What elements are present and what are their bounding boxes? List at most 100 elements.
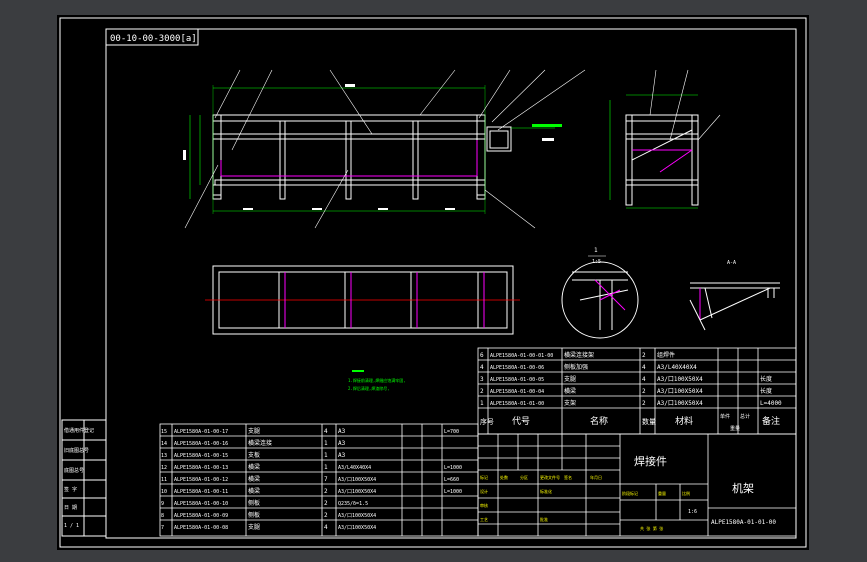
svg-text:单件: 单件 (720, 413, 730, 420)
svg-text:总计: 总计 (740, 413, 750, 420)
svg-text:数量: 数量 (642, 417, 656, 426)
svg-text:A3/L40X40X4: A3/L40X40X4 (338, 465, 371, 471)
svg-text:A3/L40X40X4: A3/L40X40X4 (657, 364, 697, 371)
svg-text:ALPE1580A-01-00-06: ALPE1580A-01-00-06 (490, 365, 544, 371)
svg-text:L=1000: L=1000 (444, 489, 462, 495)
svg-text:1: 1 (324, 440, 328, 447)
svg-text:1: 1 (324, 452, 328, 459)
svg-text:组焊件: 组焊件 (657, 351, 675, 359)
detail-label: 1 (594, 247, 598, 254)
tb-date: 年月日 (590, 474, 602, 480)
svg-text:备注: 备注 (762, 415, 780, 427)
svg-text:横梁: 横梁 (248, 487, 260, 495)
tb-scale: 1:6 (688, 509, 697, 515)
note-line-2: 2.焊后清理,焊渣除尽, (348, 385, 390, 391)
svg-text:12: 12 (161, 465, 167, 471)
svg-text:A3/口100X50X4: A3/口100X50X4 (657, 376, 703, 383)
section-label: A-A (727, 260, 736, 266)
svg-text:ALPE1580A-01-00-05: ALPE1580A-01-00-05 (490, 377, 544, 383)
svg-text:A3: A3 (338, 440, 346, 447)
tb-sign: 签名 (564, 474, 572, 480)
svg-text:A3/口100X50X4: A3/口100X50X4 (657, 388, 703, 395)
svg-text:4: 4 (324, 524, 328, 531)
svg-text:4: 4 (642, 364, 646, 371)
svg-text:序号: 序号 (480, 417, 494, 426)
svg-text:横梁: 横梁 (564, 387, 576, 395)
svg-text:A3/口100X50X4: A3/口100X50X4 (338, 525, 376, 531)
svg-text:ALPE1580A-01-00-15: ALPE1580A-01-00-15 (174, 453, 228, 459)
svg-text:横梁: 横梁 (248, 463, 260, 471)
tb-scale-label: 比例 (682, 490, 690, 496)
strip-sheet: 1 / 1 (64, 523, 79, 529)
svg-text:ALPE1580A-01-00-09: ALPE1580A-01-00-09 (174, 513, 228, 519)
svg-text:A3/口100X50X4: A3/口100X50X4 (338, 489, 376, 495)
strip-item-1: 借通用件登记 (64, 427, 94, 434)
svg-text:ALPE1580A-01-00-12: ALPE1580A-01-00-12 (174, 477, 228, 483)
svg-text:支腿: 支腿 (248, 523, 260, 531)
strip-item-5: 日 期 (64, 505, 77, 511)
svg-text:4: 4 (480, 364, 484, 371)
svg-text:2: 2 (480, 388, 484, 395)
svg-text:ALPE1580A-01-01-00: ALPE1580A-01-01-00 (490, 401, 544, 407)
svg-text:ALPE1580A-01-00-08: ALPE1580A-01-00-08 (174, 525, 228, 531)
tb-count: 处数 (500, 474, 508, 480)
svg-text:15: 15 (161, 429, 167, 435)
svg-text:2: 2 (324, 488, 328, 495)
svg-text:ALPE1580A-01-00-11: ALPE1580A-01-00-11 (174, 489, 228, 495)
tb-mark: 标记 (480, 474, 488, 480)
svg-text:ALPE1580A-01-00-04: ALPE1580A-01-00-04 (490, 389, 544, 395)
svg-text:L=700: L=700 (444, 429, 459, 435)
note-line-1: 1.焊接前清理,焊缝应饱满牢固, (348, 377, 406, 383)
svg-text:4: 4 (642, 376, 646, 383)
svg-text:2: 2 (324, 500, 328, 507)
tb-weight: 重量 (658, 490, 666, 496)
svg-text:6: 6 (480, 352, 484, 359)
svg-text:1: 1 (480, 400, 484, 407)
svg-text:A3: A3 (338, 452, 346, 459)
svg-text:10: 10 (161, 489, 167, 495)
svg-text:3: 3 (480, 376, 484, 383)
tb-approve: 批准 (540, 516, 548, 522)
tb-zone: 分区 (520, 474, 528, 480)
svg-text:名称: 名称 (590, 415, 608, 427)
svg-text:A3/口100X50X4: A3/口100X50X4 (338, 477, 376, 483)
strip-item-2: 旧底图总号 (64, 447, 89, 454)
svg-text:L=4000: L=4000 (760, 400, 782, 407)
svg-text:Q235/δ=1.5: Q235/δ=1.5 (338, 501, 368, 507)
svg-text:长度: 长度 (760, 387, 772, 395)
tb-sheet-total: 共 张 第 张 (640, 525, 663, 531)
svg-text:代号: 代号 (512, 416, 530, 427)
svg-text:A3: A3 (338, 428, 346, 435)
tb-process: 工艺 (480, 517, 488, 522)
svg-text:支架: 支架 (564, 399, 576, 407)
svg-text:侧板: 侧板 (248, 511, 260, 519)
strip-item-3: 底图总号 (64, 467, 84, 474)
svg-text:2: 2 (324, 512, 328, 519)
svg-text:横梁连接架: 横梁连接架 (564, 351, 594, 359)
svg-text:4: 4 (324, 428, 328, 435)
svg-text:2: 2 (642, 388, 646, 395)
svg-text:支板: 支板 (248, 451, 260, 459)
tb-stage-mark: 阶段标记 (622, 490, 638, 496)
svg-text:1: 1 (324, 464, 328, 471)
cad-drawing-canvas: 00-10-00-3000[a] 借通用件登记 旧底图总号 底图总号 签 字 日… (57, 15, 809, 550)
drawing-number: ALPE1580A-01-01-00 (711, 519, 776, 526)
svg-text:支腿: 支腿 (564, 375, 576, 383)
svg-text:侧板加强: 侧板加强 (564, 363, 588, 371)
tb-review: 审核 (480, 502, 488, 508)
svg-text:ALPE1580A-01-00-10: ALPE1580A-01-00-10 (174, 501, 228, 507)
detail-scale: 1:5 (592, 259, 601, 265)
svg-text:7: 7 (161, 525, 164, 531)
svg-text:13: 13 (161, 453, 167, 459)
svg-text:9: 9 (161, 501, 164, 507)
svg-text:11: 11 (161, 477, 167, 483)
svg-text:重量: 重量 (730, 425, 740, 432)
svg-text:ALPE1580A-01-00-01-00: ALPE1580A-01-00-01-00 (490, 353, 553, 359)
svg-text:横梁连接: 横梁连接 (248, 439, 272, 447)
svg-text:2: 2 (642, 400, 646, 407)
svg-text:L=1000: L=1000 (444, 465, 462, 471)
tb-design: 设计 (480, 488, 488, 494)
tb-standardize: 标准化 (540, 488, 552, 494)
svg-text:ALPE1580A-01-00-16: ALPE1580A-01-00-16 (174, 441, 228, 447)
svg-text:7: 7 (324, 476, 328, 483)
